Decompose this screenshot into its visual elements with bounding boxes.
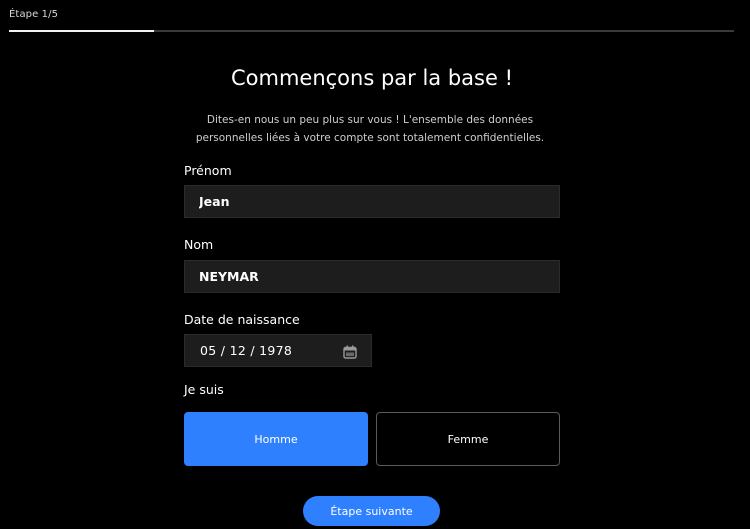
birth-date-value: 05 / 12 / 1978 bbox=[200, 343, 293, 358]
progress-bar-fill bbox=[9, 30, 154, 32]
page-title: Commençons par la base ! bbox=[230, 66, 513, 90]
calendar-icon[interactable] bbox=[343, 344, 357, 359]
gender-option-male[interactable]: Homme bbox=[184, 412, 368, 466]
first-name-field-container bbox=[184, 185, 560, 218]
subtitle-line-2: personnelles liées à votre compte sont t… bbox=[195, 132, 545, 144]
last-name-label: Nom bbox=[184, 237, 214, 252]
last-name-input[interactable] bbox=[185, 261, 559, 292]
birth-date-input[interactable]: 05 / 12 / 1978 bbox=[184, 334, 372, 367]
first-name-label: Prénom bbox=[184, 163, 232, 178]
subtitle-line-1: Dites-en nous un peu plus sur vous ! L'e… bbox=[206, 114, 534, 126]
first-name-input[interactable] bbox=[185, 186, 559, 217]
step-indicator: Étape 1/5 bbox=[9, 9, 59, 20]
birth-date-label: Date de naissance bbox=[184, 312, 300, 327]
last-name-field-container bbox=[184, 260, 560, 293]
next-step-button[interactable]: Étape suivante bbox=[303, 496, 440, 526]
gender-option-female[interactable]: Femme bbox=[376, 412, 560, 466]
page-subtitle: Dites-en nous un peu plus sur vous ! L'e… bbox=[140, 111, 600, 147]
progress-bar bbox=[9, 30, 734, 32]
gender-label: Je suis bbox=[184, 382, 224, 397]
